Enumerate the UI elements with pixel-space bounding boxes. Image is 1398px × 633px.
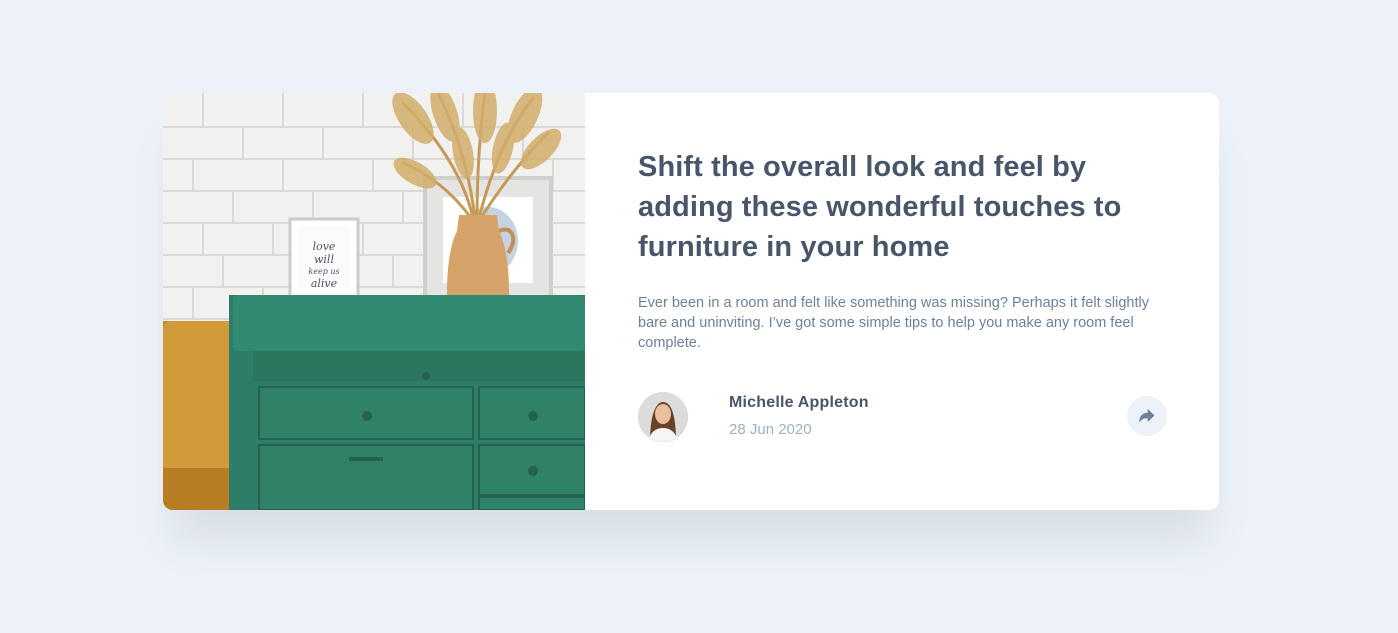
- author-avatar: [638, 392, 688, 442]
- svg-text:will: will: [314, 253, 334, 266]
- article-headline: Shift the overall look and feel by addin…: [638, 151, 1122, 263]
- article-content: Shift the overall look and feel by addin…: [585, 93, 1219, 510]
- article-preview-card: love will keep us alive Shift the overal…: [163, 93, 1219, 510]
- author-name: Michelle Appleton: [729, 394, 869, 411]
- drawers-illustration: love will keep us alive: [163, 93, 585, 510]
- post-date: 28 Jun 2020: [729, 421, 812, 438]
- svg-text:keep us: keep us: [308, 267, 339, 276]
- article-image: love will keep us alive: [163, 93, 585, 510]
- svg-text:alive: alive: [311, 277, 338, 290]
- article-excerpt: Ever been in a room and felt like someth…: [638, 295, 1149, 351]
- share-arrow-icon: [1139, 409, 1155, 423]
- avatar-photo: [638, 392, 688, 442]
- share-button[interactable]: [1127, 396, 1167, 436]
- svg-text:love: love: [313, 240, 336, 253]
